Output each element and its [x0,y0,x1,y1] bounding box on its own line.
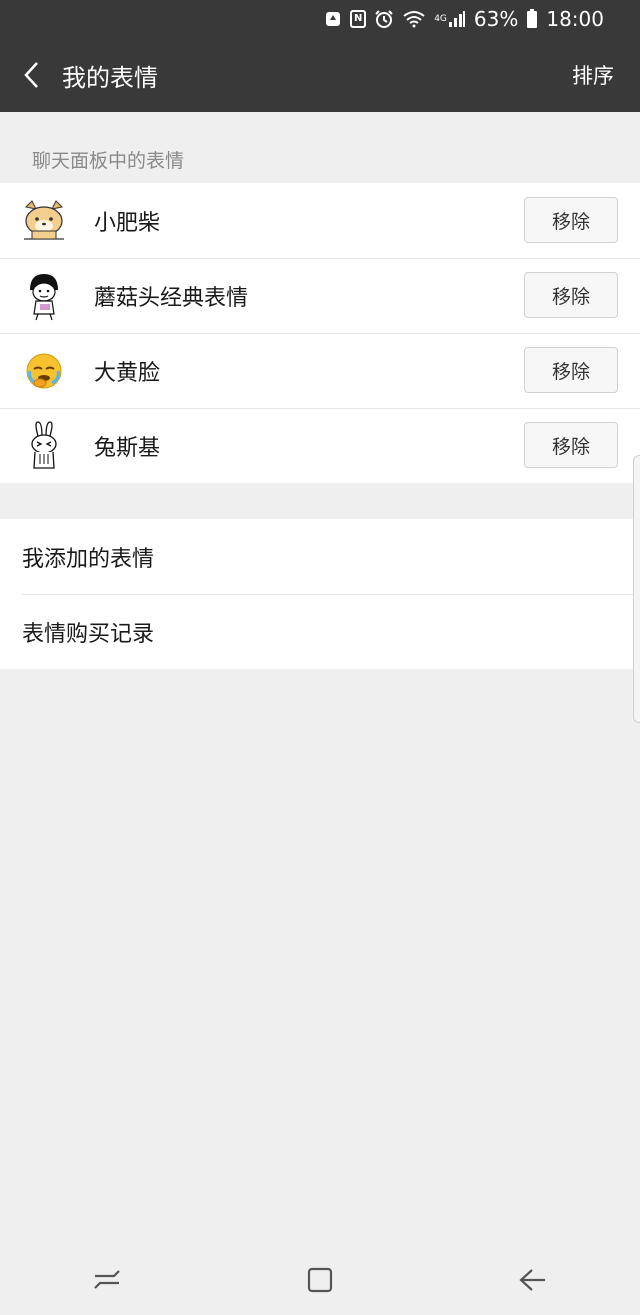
sticker-list: 小肥柴 移除 蘑菇头经典表情 移除 大黄脸 移除 兔斯基 移除 [0,183,640,483]
sort-button[interactable]: 排序 [572,60,614,90]
remove-button[interactable]: 移除 [524,197,618,243]
back-button[interactable] [0,38,62,112]
remove-button[interactable]: 移除 [524,422,618,468]
battery-icon [526,8,538,30]
sticker-name: 小肥柴 [94,210,161,236]
signal-icon: 4G [434,8,466,30]
home-icon [307,1267,333,1293]
section-header: 聊天面板中的表情 [32,150,185,172]
purchase-history-item[interactable]: 表情购买记录 [0,594,640,669]
status-bar: N 4G 63% 18:00 [0,0,640,38]
yellow-face-icon [18,345,70,397]
recent-apps-button[interactable] [77,1250,137,1310]
settings-list: 我添加的表情 表情购买记录 [0,519,640,669]
back-arrow-icon [519,1269,546,1291]
list-item: 蘑菇头经典表情 移除 [0,258,640,333]
shiba-dog-icon [18,195,70,247]
system-back-button[interactable] [503,1250,563,1310]
wifi-icon [402,8,426,30]
list-item: 兔斯基 移除 [0,408,640,483]
battery-percent: 63% [473,7,519,31]
system-nav-bar [0,1245,640,1315]
tuzki-icon [18,420,70,472]
chevron-left-icon [24,62,38,88]
list-item: 大黄脸 移除 [0,333,640,408]
home-button[interactable] [290,1250,350,1310]
my-added-stickers-item[interactable]: 我添加的表情 [0,519,640,594]
list-item: 小肥柴 移除 [0,183,640,258]
page-title: 我的表情 [62,63,158,92]
clock: 18:00 [546,7,604,31]
sticker-name: 蘑菇头经典表情 [94,285,249,311]
mushroom-head-icon [18,270,70,322]
network-type: 4G [434,13,447,24]
remove-button[interactable]: 移除 [524,347,618,393]
sticker-name: 大黄脸 [94,360,161,386]
edge-panel-handle[interactable] [633,455,640,723]
nfc-icon: N [350,8,367,30]
recent-apps-icon [93,1270,120,1289]
nav-bar: 我的表情 排序 [0,38,640,112]
remove-button[interactable]: 移除 [524,272,618,318]
alarm-icon [374,8,394,30]
sticker-name: 兔斯基 [94,435,161,461]
recycle-icon [324,8,342,30]
